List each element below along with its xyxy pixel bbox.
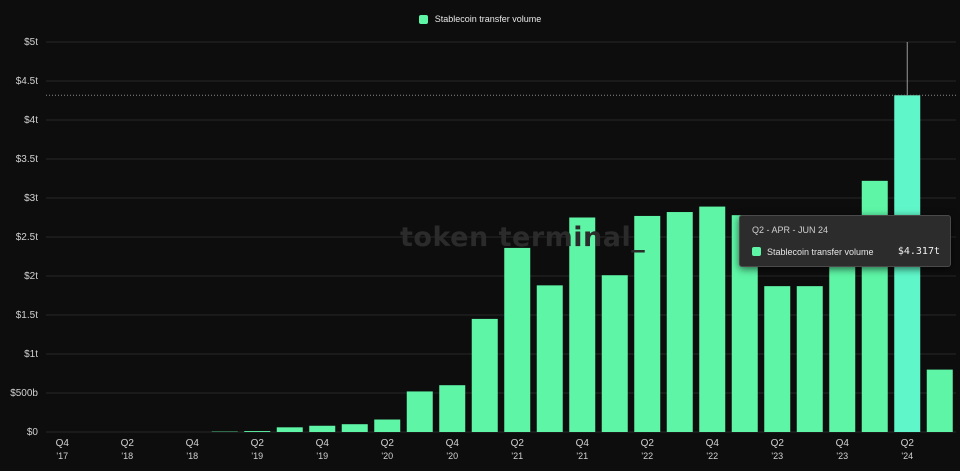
x-tick-label: Q2	[381, 438, 395, 449]
y-tick-label: $0	[27, 427, 39, 438]
x-tick-label: '19	[316, 451, 328, 461]
watermark: token terminal_	[400, 222, 646, 253]
tooltip-row: Stablecoin transfer volume $4.317t	[752, 246, 940, 257]
y-tick-label: $4.5t	[16, 76, 38, 87]
x-tick-label: Q2	[771, 438, 785, 449]
x-tick-label: '18	[121, 451, 133, 461]
y-tick-label: $3t	[24, 193, 38, 204]
x-tick-label: '18	[186, 451, 198, 461]
x-tick-label: '21	[576, 451, 588, 461]
bar	[601, 275, 628, 432]
bar	[926, 369, 953, 432]
bar	[504, 247, 531, 432]
bar	[276, 427, 303, 432]
bar	[341, 424, 368, 432]
bar	[536, 285, 563, 432]
y-tick-label: $500b	[10, 388, 38, 399]
x-tick-label: Q4	[576, 438, 590, 449]
bar	[406, 391, 433, 432]
x-tick-label: Q2	[901, 438, 915, 449]
tooltip-swatch	[752, 247, 761, 256]
x-tick-label: Q4	[446, 438, 460, 449]
y-tick-label: $3.5t	[16, 154, 38, 165]
x-tick-label: Q2	[641, 438, 655, 449]
bar	[666, 212, 693, 432]
bar	[796, 286, 823, 432]
y-tick-label: $1t	[24, 349, 38, 360]
x-tick-label: Q4	[56, 438, 70, 449]
x-tick-label: Q2	[511, 438, 525, 449]
bar	[374, 419, 401, 432]
x-tick-label: Q4	[186, 438, 200, 449]
tooltip: Q2 - APR - JUN 24 Stablecoin transfer vo…	[739, 215, 951, 267]
x-tick-label: '22	[706, 451, 718, 461]
bar	[439, 385, 466, 432]
y-tick-label: $4t	[24, 115, 38, 126]
x-tick-label: '24	[901, 451, 913, 461]
bar	[309, 425, 336, 432]
bar	[244, 431, 271, 432]
x-tick-label: '21	[511, 451, 523, 461]
x-tick-label: Q2	[251, 438, 265, 449]
x-tick-label: Q4	[836, 438, 850, 449]
x-tick-label: '19	[251, 451, 263, 461]
x-tick-label: Q4	[706, 438, 720, 449]
x-tick-label: '17	[56, 451, 68, 461]
x-tick-label: Q2	[121, 438, 135, 449]
y-tick-label: $2t	[24, 271, 38, 282]
bar	[699, 206, 726, 432]
x-tick-label: '22	[641, 451, 653, 461]
tooltip-series-label: Stablecoin transfer volume	[767, 246, 874, 257]
x-tick-label: '23	[771, 451, 783, 461]
x-tick-label: '20	[446, 451, 458, 461]
bar	[764, 286, 791, 432]
y-tick-label: $5t	[24, 37, 38, 48]
x-tick-label: '20	[381, 451, 393, 461]
x-tick-label: '23	[836, 451, 848, 461]
y-tick-label: $1.5t	[16, 310, 38, 321]
bar	[471, 318, 498, 432]
y-tick-label: $2.5t	[16, 232, 38, 243]
tooltip-value: $4.317t	[897, 246, 940, 257]
x-tick-label: Q4	[316, 438, 330, 449]
bar	[829, 248, 856, 432]
tooltip-title: Q2 - APR - JUN 24	[752, 225, 829, 235]
chart: Stablecoin transfer volume $0 $500b $1t $1.…	[0, 0, 960, 471]
